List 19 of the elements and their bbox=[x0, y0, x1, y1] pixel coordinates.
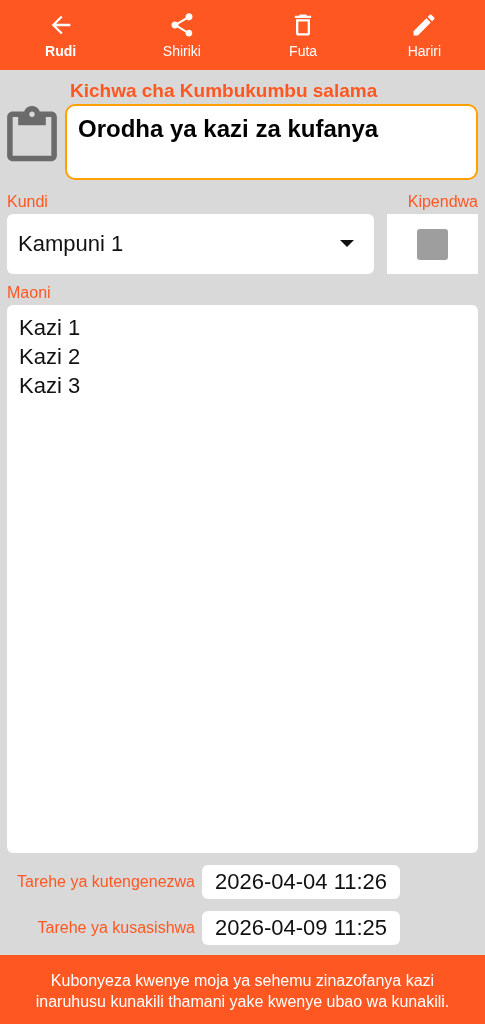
group-label: Kundi bbox=[7, 193, 49, 211]
notes-label: Maoni bbox=[7, 284, 52, 302]
toolbar-button[interactable]: Rudi bbox=[0, 0, 122, 70]
toolbar-button[interactable]: Hariri bbox=[363, 0, 485, 70]
title-field[interactable]: Orodha ya kazi za kufanya bbox=[65, 104, 478, 180]
title-label: Kichwa cha Kumbukumbu salama bbox=[70, 80, 379, 102]
date-label: Tarehe ya kusasishwa bbox=[36, 918, 195, 938]
favorite-checkbox[interactable] bbox=[417, 228, 448, 260]
clipboard-icon bbox=[7, 106, 57, 164]
group-dropdown[interactable]: Kampuni 1 bbox=[7, 214, 374, 274]
hint-banner: Kubonyeza kwenye moja ya sehemu zinazofanya kazi inaruhusu kunakili thamani yake kwenye ubao wa kunakili. bbox=[0, 955, 485, 1024]
date-value: 2026-04-04 11:26 bbox=[202, 865, 401, 899]
dropdown-caret-icon bbox=[340, 240, 354, 248]
date-value: 2026-04-09 11:25 bbox=[202, 911, 401, 945]
notes-field[interactable]: Kazi 1 Kazi 2 Kazi 3 bbox=[7, 305, 478, 853]
toolbar-button[interactable]: Futa bbox=[242, 0, 364, 70]
date-label: Tarehe ya kutengenezwa bbox=[16, 872, 195, 892]
favorite-label: Kipendwa bbox=[407, 193, 478, 211]
toolbar-button[interactable]: Shiriki bbox=[121, 0, 243, 70]
